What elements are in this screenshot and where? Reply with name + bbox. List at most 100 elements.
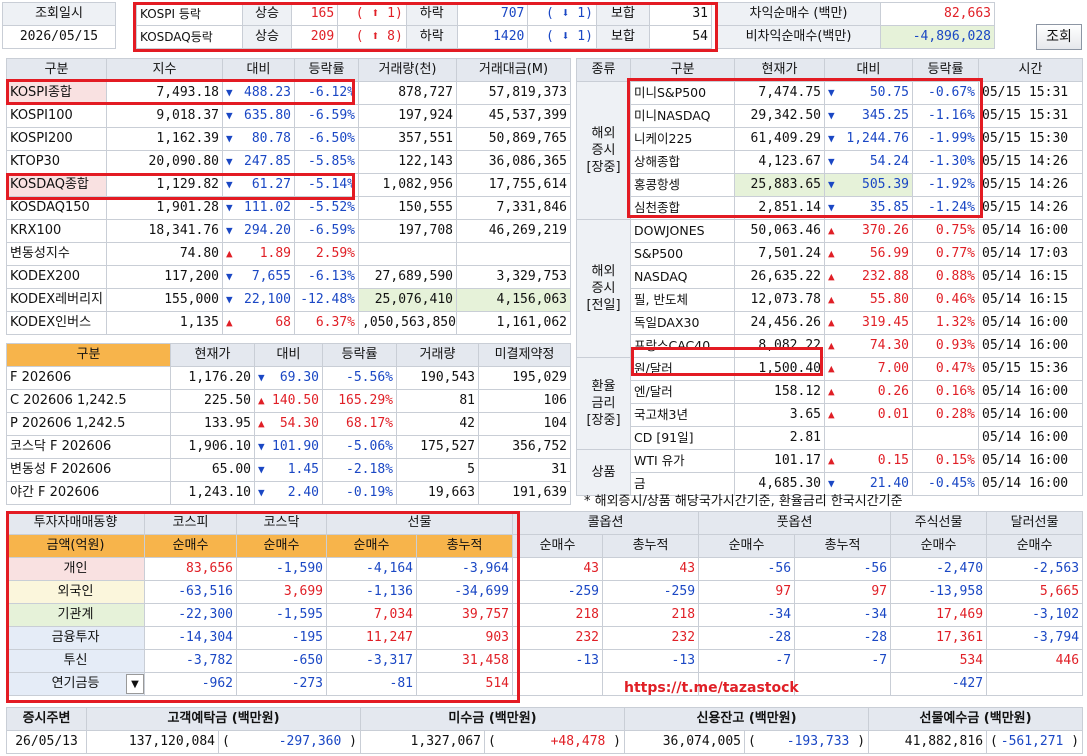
global-name[interactable]: 상해종합 [630, 150, 735, 174]
global-name[interactable]: 프랑스CAC40 [630, 334, 735, 358]
global-name[interactable]: NASDAQ [630, 265, 735, 289]
global-row[interactable]: NASDAQ 26,635.22 ▲ 232.88 0.88% 05/14 16:15 [577, 265, 1083, 289]
deriv-row[interactable]: F 202606 1,176.20 ▼ 69.30 -5.56% 190,543 195,0… [6, 366, 571, 390]
global-row[interactable]: S&P500 7,501.24 ▲ 56.99 0.77% 05/14 17:03 [577, 242, 1083, 266]
deriv-volume: 5 [396, 458, 479, 482]
global-rate: 1.32% [912, 311, 979, 335]
index-name[interactable]: KODEX200 [6, 265, 107, 289]
deriv-col-header: 미결제약정 [478, 343, 571, 367]
global-name[interactable]: S&P500 [630, 242, 735, 266]
deriv-name[interactable]: F 202606 [6, 366, 171, 390]
change-value: 1.89 [259, 246, 291, 261]
index-name[interactable]: KODEX레버리지 [6, 288, 107, 312]
global-name[interactable]: 엔/달러 [630, 380, 735, 404]
index-row[interactable]: KOSDAQ종합 1,129.82 ▼ 61.27 -5.14% 1,082,956 17,… [6, 173, 571, 197]
deriv-price: 1,906.10 [170, 435, 255, 459]
global-row[interactable]: 해외 증시 [전일] DOWJONES 50,063.46 ▲ 370.26 0.75% 05/… [576, 219, 1083, 358]
global-name[interactable]: 미니NASDAQ [630, 104, 735, 128]
global-name[interactable]: 필, 반도체 [630, 288, 735, 312]
global-row[interactable]: 홍콩항셍 25,883.65 ▼ 505.39 -1.92% 05/15 14:26 [577, 173, 1083, 197]
index-name[interactable]: KOSDAQ150 [6, 196, 107, 220]
down-triangle-icon: ▼ [828, 201, 835, 214]
index-row[interactable]: KODEX레버리지 155,000 ▼ 22,100 -12.48% 25,076,410… [6, 288, 571, 312]
dropdown-arrow-icon[interactable]: ▼ [126, 674, 144, 694]
index-row[interactable]: KOSPI100 9,018.37 ▼ 635.80 -6.59% 197,924 45,5… [6, 104, 571, 128]
index-name[interactable]: KOSPI100 [6, 104, 107, 128]
global-change: ▲ 0.15 [824, 449, 913, 473]
investor-value: -22,300 [144, 603, 237, 627]
change-value: 370.26 [862, 223, 909, 238]
deriv-row[interactable]: 야간 F 202606 1,243.10 ▼ 2.40 -0.19% 19,663 191,… [6, 481, 571, 505]
periphery-change-value: -297,360 [278, 734, 342, 749]
deriv-row[interactable]: 변동성 F 202606 65.00 ▼ 1.45 -2.18% 5 31 [6, 458, 571, 482]
global-name[interactable]: 미니S&P500 [630, 81, 735, 105]
global-name[interactable]: CD [91일] [630, 426, 735, 450]
global-change: ▼ 1,244.76 [824, 127, 913, 151]
investor-value: 43 [512, 557, 604, 581]
index-value: 1,901.28 [106, 196, 223, 220]
index-row[interactable]: KOSDAQ150 1,901.28 ▼ 111.02 -5.52% 150,555 7,3… [6, 196, 571, 220]
index-row[interactable]: KODEX200 117,200 ▼ 7,655 -6.13% 27,689,590 3,3… [6, 265, 571, 289]
global-rate: 0.77% [912, 242, 979, 266]
deriv-name[interactable]: 변동성 F 202606 [6, 458, 171, 482]
refresh-button[interactable]: 조회 [1036, 24, 1082, 50]
upper-limit-value: 1 [387, 6, 395, 21]
deriv-name[interactable]: 야간 F 202606 [6, 481, 171, 505]
lower-limit-count: ( ⬇ 1) [527, 2, 597, 26]
index-name[interactable]: KOSPI200 [6, 127, 107, 151]
global-row[interactable]: CD [91일] 2.81 05/14 16:00 [577, 426, 1083, 450]
investor-subheader: 순매수 [326, 534, 417, 558]
deriv-row[interactable]: P 202606 1,242.5 133.95 ▲ 54.30 68.17% 42 104 [6, 412, 571, 436]
index-row[interactable]: KODEX인버스 1,135 ▲ 68 6.37% ,050,563,850 1,161,0… [6, 311, 571, 335]
deriv-row[interactable]: C 202606 1,242.5 225.50 ▲ 140.50 165.29% 81 10… [6, 389, 571, 413]
down-triangle-icon: ▼ [226, 178, 233, 191]
global-row[interactable]: 심천종합 2,851.14 ▼ 35.85 -1.24% 05/15 14:26 [577, 196, 1083, 220]
global-name[interactable]: 국고채3년 [630, 403, 735, 427]
global-row[interactable]: 상해종합 4,123.67 ▼ 54.24 -1.30% 05/15 14:26 [577, 150, 1083, 174]
index-amount: 46,269,219 [456, 219, 571, 243]
index-name[interactable]: KTOP30 [6, 150, 107, 174]
global-row[interactable]: 프랑스CAC40 8,082.22 ▲ 74.30 0.93% 05/14 16:00 [577, 334, 1083, 358]
deriv-name[interactable]: 코스닥 F 202606 [6, 435, 171, 459]
global-rate: 0.15% [912, 449, 979, 473]
index-value: 1,129.82 [106, 173, 223, 197]
global-name[interactable]: 원/달러 [630, 357, 735, 381]
index-row[interactable]: KOSPI종합 7,493.18 ▼ 488.23 -6.12% 878,727 57,81… [6, 81, 571, 105]
investor-subheader: 총누적 [794, 534, 892, 558]
global-name[interactable]: 심천종합 [630, 196, 735, 220]
global-row[interactable]: 미니NASDAQ 29,342.50 ▼ 345.25 -1.16% 05/15 15:3… [577, 104, 1083, 128]
index-row[interactable]: 변동성지수 74.80 ▲ 1.89 2.59% [6, 242, 571, 266]
deriv-name[interactable]: P 202606 1,242.5 [6, 412, 171, 436]
index-name[interactable]: KOSDAQ종합 [6, 173, 107, 197]
index-name[interactable]: KODEX인버스 [6, 311, 107, 335]
index-col-header: 거래대금(M) [456, 58, 571, 82]
index-row[interactable]: KOSPI200 1,162.39 ▼ 80.78 -6.50% 357,551 50,86… [6, 127, 571, 151]
deriv-name[interactable]: C 202606 1,242.5 [6, 389, 171, 413]
global-name[interactable]: 독일DAX30 [630, 311, 735, 335]
global-name[interactable]: DOWJONES [630, 219, 735, 243]
index-row[interactable]: KTOP30 20,090.80 ▼ 247.85 -5.85% 122,143 36,08… [6, 150, 571, 174]
index-name[interactable]: KOSPI종합 [6, 81, 107, 105]
global-row[interactable]: 상품 WTI 유가 101.17 ▲ 0.15 0.15% 05/14 16:00 [576, 449, 1083, 496]
global-row[interactable]: 독일DAX30 24,456.26 ▲ 319.45 1.32% 05/14 16:00 [577, 311, 1083, 335]
global-name[interactable]: 니케이225 [630, 127, 735, 151]
investor-subheader: 순매수 [986, 534, 1084, 558]
global-row[interactable]: 필, 반도체 12,073.78 ▲ 55.80 0.46% 05/14 16:15 [577, 288, 1083, 312]
telegram-link[interactable]: https://t.me/tazastock [624, 680, 799, 696]
index-rate: 2.59% [294, 242, 359, 266]
index-name[interactable]: 변동성지수 [6, 242, 107, 266]
index-name[interactable]: KRX100 [6, 219, 107, 243]
global-row[interactable]: 엔/달러 158.12 ▲ 0.26 0.16% 05/14 16:00 [577, 380, 1083, 404]
global-row[interactable]: 니케이225 61,409.29 ▼ 1,244.76 -1.99% 05/15 15:3… [577, 127, 1083, 151]
index-row[interactable]: KRX100 18,341.76 ▼ 294.20 -6.59% 197,708 46,26… [6, 219, 571, 243]
global-name[interactable]: 홍콩항셍 [630, 173, 735, 197]
global-name[interactable]: WTI 유가 [630, 449, 735, 473]
deriv-row[interactable]: 코스닥 F 202606 1,906.10 ▼ 101.90 -5.06% 175,527… [6, 435, 571, 459]
down-triangle-icon: ▼ [828, 109, 835, 122]
investor-value: 5,665 [986, 580, 1084, 604]
global-row[interactable]: 국고채3년 3.65 ▲ 0.01 0.28% 05/14 16:00 [577, 403, 1083, 427]
investor-type[interactable]: 연기금등 ▼ [6, 672, 145, 696]
global-row[interactable]: 환율 금리 [장중] 원/달러 1,500.40 ▲ 7.00 0.47% 05/15 15:3… [576, 357, 1083, 450]
global-row[interactable]: 해외 증시 [장중] 미니S&P500 7,474.75 ▼ 50.75 -0.67% 05/1… [576, 81, 1083, 220]
periphery-value: 137,120,084 [86, 730, 219, 754]
